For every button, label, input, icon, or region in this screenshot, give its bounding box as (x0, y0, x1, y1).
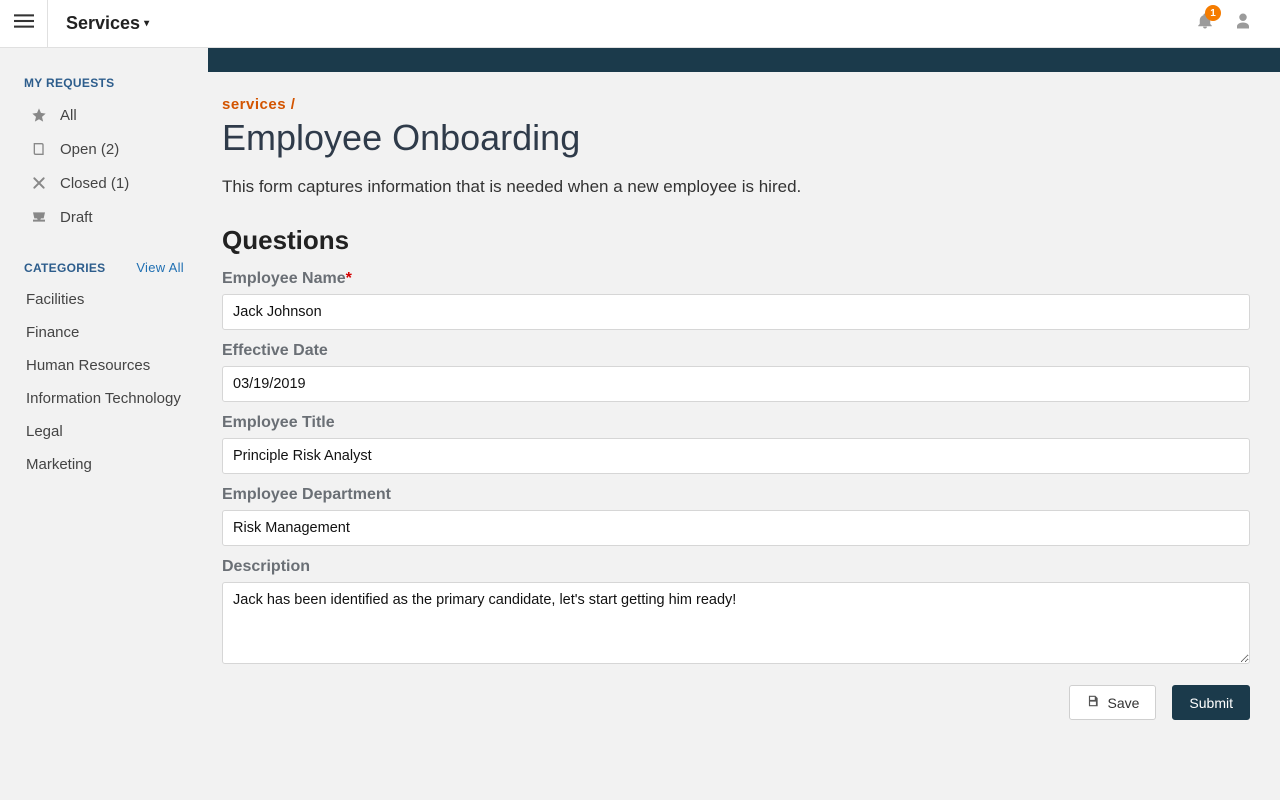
category-finance[interactable]: Finance (0, 316, 208, 349)
brand-label: Services (66, 13, 140, 34)
field-employee-title: Employee Title (222, 414, 1250, 474)
save-label: Save (1108, 695, 1140, 711)
field-effective-date: Effective Date (222, 342, 1250, 402)
label-description: Description (222, 558, 1250, 576)
category-label: Human Resources (26, 357, 150, 374)
submit-button[interactable]: Submit (1172, 685, 1250, 720)
notifications-button[interactable]: 1 (1196, 12, 1214, 35)
label-employee-title: Employee Title (222, 414, 1250, 432)
submit-label: Submit (1189, 695, 1233, 711)
sidebar-item-all[interactable]: All (0, 98, 208, 132)
sidebar-item-label: Closed (1) (60, 175, 129, 192)
category-human-resources[interactable]: Human Resources (0, 349, 208, 382)
save-button[interactable]: Save (1069, 685, 1157, 720)
category-information-technology[interactable]: Information Technology (0, 382, 208, 415)
topbar: Services ▾ 1 (0, 0, 1280, 48)
questions-heading: Questions (222, 225, 1250, 256)
topbar-icons: 1 (1196, 12, 1280, 35)
field-description: Description (222, 558, 1250, 669)
my-requests-label: MY REQUESTS (24, 76, 114, 90)
category-legal[interactable]: Legal (0, 415, 208, 448)
close-icon (30, 174, 48, 192)
categories-heading: CATEGORIES View All (0, 252, 208, 283)
input-employee-department[interactable] (222, 510, 1250, 546)
categories-label: CATEGORIES (24, 261, 105, 275)
input-employee-name[interactable] (222, 294, 1250, 330)
page-description: This form captures information that is n… (222, 177, 1250, 197)
sidebar-item-open[interactable]: Open (2) (0, 132, 208, 166)
input-effective-date[interactable] (222, 366, 1250, 402)
star-icon (30, 106, 48, 124)
notification-badge: 1 (1205, 5, 1221, 21)
my-requests-heading: MY REQUESTS (0, 68, 208, 98)
input-employee-title[interactable] (222, 438, 1250, 474)
sidebar-item-draft[interactable]: Draft (0, 200, 208, 234)
breadcrumb[interactable]: services / (222, 96, 1250, 113)
main: services / Employee Onboarding This form… (208, 48, 1280, 800)
category-label: Finance (26, 324, 79, 341)
hamburger-icon (14, 11, 34, 36)
label-effective-date: Effective Date (222, 342, 1250, 360)
sidebar: MY REQUESTS All Open (2) Closed (1) (0, 48, 208, 800)
view-all-link[interactable]: View All (136, 260, 184, 275)
book-icon (30, 140, 48, 158)
page-title: Employee Onboarding (222, 117, 1250, 159)
my-requests-list: All Open (2) Closed (1) Draft (0, 98, 208, 234)
sidebar-item-label: All (60, 107, 77, 124)
hamburger-menu[interactable] (0, 0, 48, 48)
content: services / Employee Onboarding This form… (208, 72, 1280, 750)
user-menu-button[interactable] (1234, 12, 1252, 35)
banner (208, 48, 1280, 72)
sidebar-item-closed[interactable]: Closed (1) (0, 166, 208, 200)
category-label: Legal (26, 423, 63, 440)
label-employee-department: Employee Department (222, 486, 1250, 504)
form-actions: Save Submit (222, 685, 1250, 720)
category-label: Facilities (26, 291, 84, 308)
caret-down-icon: ▾ (144, 18, 149, 29)
brand-dropdown[interactable]: Services ▾ (48, 13, 167, 34)
label-employee-name: Employee Name* (222, 270, 1250, 288)
sidebar-item-label: Draft (60, 209, 93, 226)
save-icon (1086, 694, 1100, 711)
required-asterisk: * (346, 270, 352, 287)
category-label: Marketing (26, 456, 92, 473)
field-employee-department: Employee Department (222, 486, 1250, 546)
layout: MY REQUESTS All Open (2) Closed (1) (0, 48, 1280, 800)
field-employee-name: Employee Name* (222, 270, 1250, 330)
input-description[interactable] (222, 582, 1250, 664)
user-icon (1234, 17, 1252, 34)
categories-list: Facilities Finance Human Resources Infor… (0, 283, 208, 481)
category-marketing[interactable]: Marketing (0, 448, 208, 481)
inbox-icon (30, 208, 48, 226)
category-facilities[interactable]: Facilities (0, 283, 208, 316)
label-text: Employee Name (222, 270, 346, 287)
category-label: Information Technology (26, 390, 181, 407)
sidebar-item-label: Open (2) (60, 141, 119, 158)
